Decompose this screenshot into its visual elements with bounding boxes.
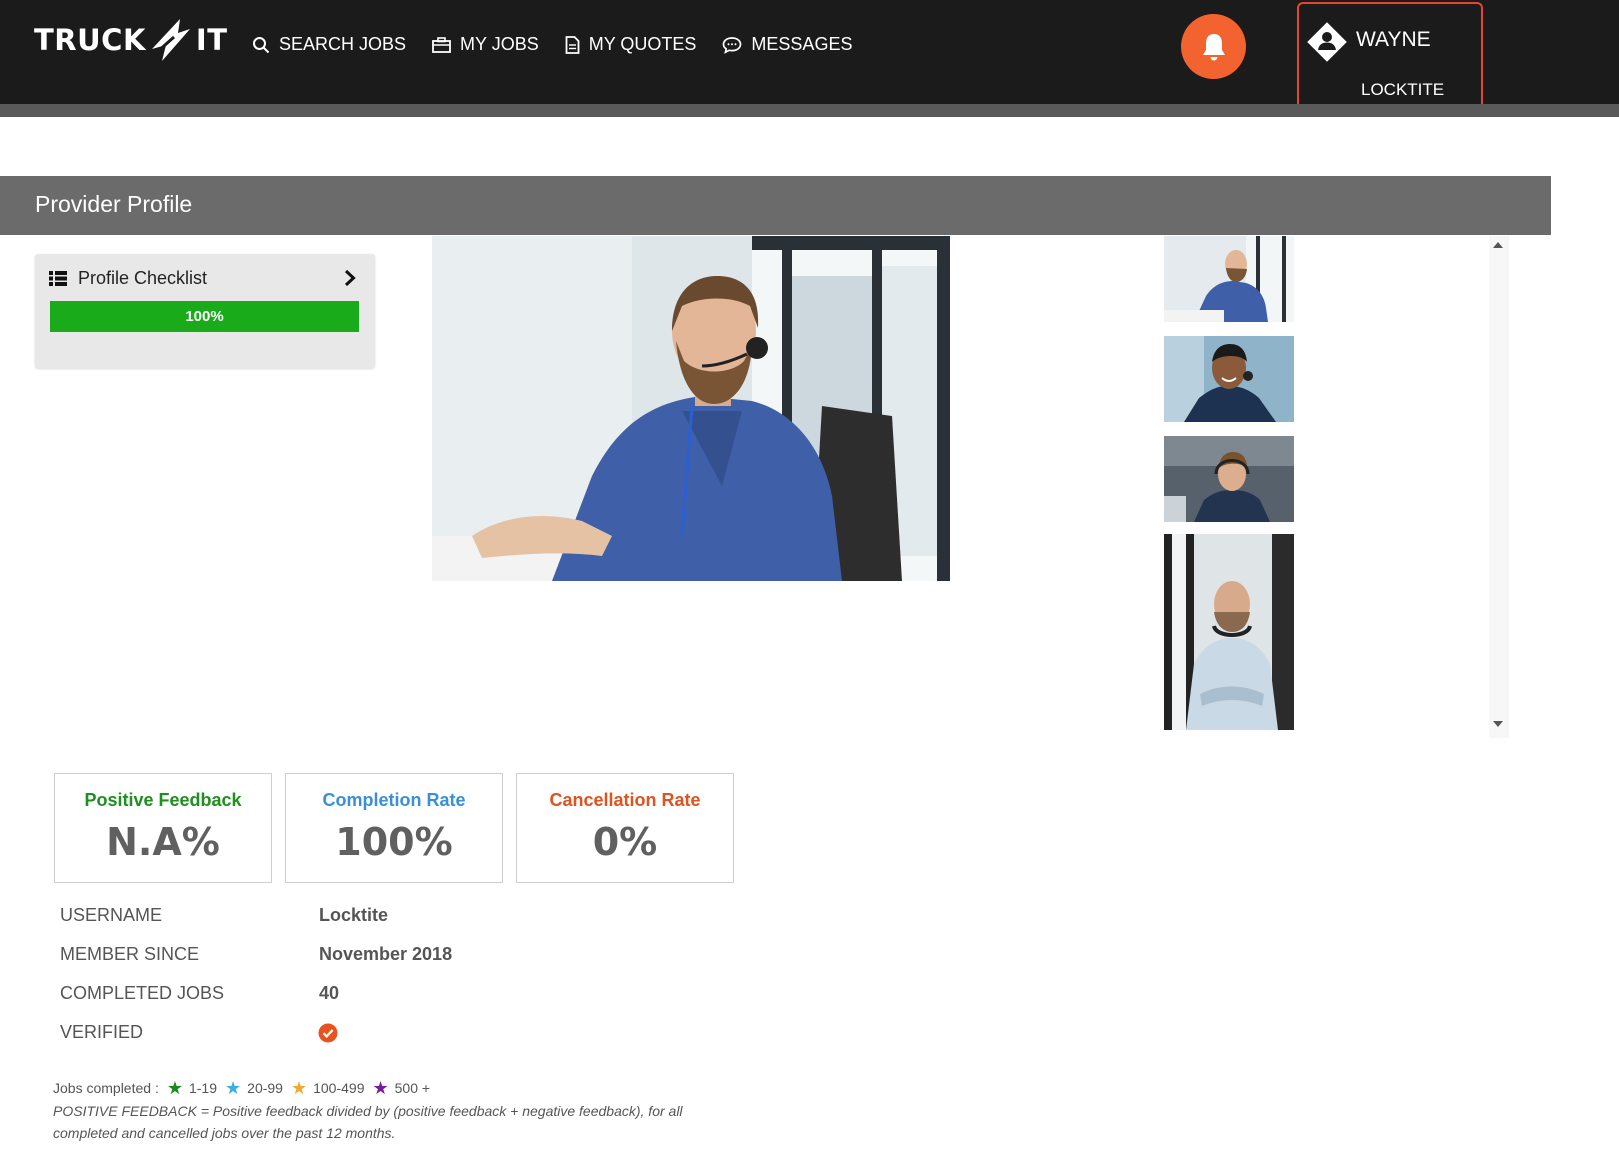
- legend-tier-2: 20-99: [247, 1080, 283, 1096]
- nav-label: MY QUOTES: [588, 34, 697, 54]
- legend-prefix: Jobs completed :: [53, 1080, 159, 1096]
- completed-jobs-label: COMPLETED JOBS: [60, 983, 225, 1003]
- profile-checklist-card[interactable]: Profile Checklist 100%: [35, 254, 375, 368]
- stat-card-completion-rate: Completion Rate 100%: [285, 773, 503, 883]
- thumbnail-image: [1164, 336, 1294, 422]
- top-navbar: TRUCK IT SEARCH JOBS MY JOBS MY QUOTES M…: [0, 0, 1619, 112]
- verified-check-icon: [318, 1023, 338, 1043]
- thumbnail-1[interactable]: [1164, 236, 1294, 322]
- checklist-label: Profile Checklist: [78, 268, 208, 288]
- thumbnail-image: [1164, 436, 1294, 522]
- checklist-progress-bar: 100%: [50, 301, 359, 332]
- bell-icon: [1202, 33, 1225, 60]
- stat-title: Positive Feedback: [84, 790, 242, 810]
- star-icon-green: ★: [166, 1078, 183, 1098]
- legend-tier-3: 100-499: [313, 1080, 365, 1096]
- user-name: WAYNE: [1356, 28, 1431, 51]
- nav-my-jobs[interactable]: MY JOBS: [432, 34, 539, 55]
- thumbnail-3[interactable]: [1164, 436, 1294, 522]
- briefcase-icon: [432, 36, 451, 53]
- stat-value: N.A%: [106, 820, 220, 864]
- progress-text: 100%: [185, 308, 224, 325]
- thumbnail-image: [1164, 534, 1294, 730]
- notifications-button[interactable]: [1181, 14, 1246, 79]
- stat-value: 100%: [335, 820, 453, 864]
- user-avatar-icon: [1307, 22, 1347, 62]
- nav-search-jobs[interactable]: SEARCH JOBS: [252, 34, 406, 55]
- thumbnail-4[interactable]: [1164, 534, 1294, 730]
- member-since-label: MEMBER SINCE: [60, 944, 200, 964]
- member-since-value: November 2018: [319, 944, 453, 964]
- scroll-down-arrow-icon[interactable]: [1492, 720, 1504, 728]
- stat-title: Completion Rate: [322, 790, 466, 810]
- document-icon: [565, 35, 580, 54]
- nav-label: MESSAGES: [751, 34, 853, 54]
- nav-my-quotes[interactable]: MY QUOTES: [565, 34, 697, 55]
- main-profile-photo[interactable]: [432, 236, 950, 581]
- star-icon-gold: ★: [290, 1078, 308, 1098]
- section-header: Provider Profile: [0, 176, 1551, 235]
- main-nav: SEARCH JOBS MY JOBS MY QUOTES MESSAGES: [252, 34, 878, 55]
- star-icon-blue: ★: [225, 1078, 242, 1098]
- truckit-logo[interactable]: TRUCK IT: [34, 14, 228, 66]
- logo-text-left: TRUCK: [34, 23, 146, 57]
- stat-value: 0%: [592, 820, 658, 864]
- jobs-completed-legend: Jobs completed : ★ 1-19 ★ 20-99 ★ 100-49…: [53, 1078, 431, 1098]
- photo-man-with-headset: [432, 236, 950, 581]
- stat-title: Cancellation Rate: [549, 790, 701, 810]
- stat-card-cancellation-rate: Cancellation Rate 0%: [516, 773, 734, 883]
- page-title: Provider Profile: [35, 191, 193, 217]
- legend-tier-4: 500 +: [394, 1080, 431, 1096]
- nav-label: MY JOBS: [460, 34, 539, 54]
- search-icon: [253, 36, 270, 53]
- user-menu[interactable]: WAYNE LOCKTITE: [1297, 2, 1483, 112]
- nav-label: SEARCH JOBS: [279, 34, 407, 54]
- nav-messages[interactable]: MESSAGES: [722, 34, 852, 55]
- stat-card-positive-feedback: Positive Feedback N.A%: [54, 773, 272, 883]
- username-label: USERNAME: [60, 905, 163, 925]
- logo-text-right: IT: [195, 23, 228, 57]
- thumbnail-scrollbar[interactable]: [1489, 236, 1509, 738]
- positive-feedback-footnote: POSITIVE FEEDBACK = Positive feedback di…: [53, 1103, 683, 1141]
- logo-arrow-icon: [151, 19, 190, 61]
- thumbnail-2[interactable]: [1164, 336, 1294, 422]
- legend-tier-1: 1-19: [188, 1080, 218, 1096]
- list-icon: [49, 271, 67, 286]
- username-value: Locktite: [319, 905, 389, 925]
- user-company: LOCKTITE: [1361, 80, 1445, 99]
- scroll-up-arrow-icon[interactable]: [1492, 241, 1504, 249]
- navbar-divider: [0, 104, 1619, 117]
- verified-label: VERIFIED: [60, 1022, 144, 1042]
- completed-jobs-value: 40: [319, 983, 340, 1003]
- chevron-right-icon[interactable]: [344, 269, 356, 287]
- star-icon-purple: ★: [372, 1078, 389, 1098]
- chat-bubble-icon: [723, 36, 742, 54]
- thumbnail-image: [1164, 236, 1294, 322]
